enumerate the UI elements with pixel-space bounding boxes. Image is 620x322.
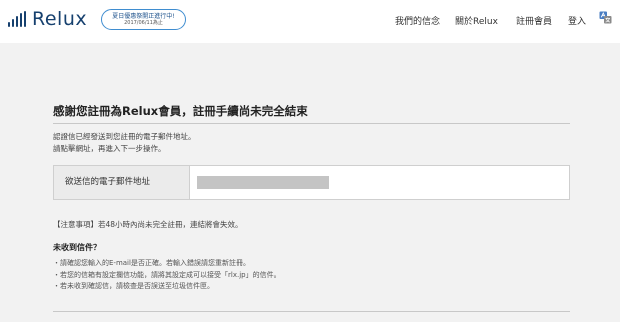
notice-text: 【注意事項】若48小時內尚未完全註冊，連結將會失效。	[53, 220, 243, 229]
description-line-1: 認證信已經發送到您註冊的電子郵件地址。	[53, 132, 196, 141]
not-received-heading: 未收到信件？	[53, 243, 101, 252]
email-value	[190, 166, 569, 199]
troubleshooting-list: ・請確認您輸入的E-mail是否正確。若輸入錯誤請您重新註冊。 ・若您的信箱有設…	[53, 258, 281, 293]
logo-bars-icon	[8, 11, 28, 27]
promo-title: 夏日優惠祭開正進行中!	[112, 13, 175, 20]
logo-text: Relux	[32, 8, 88, 30]
relux-logo[interactable]: Relux	[8, 7, 87, 31]
description-line-2: 請點擊網址，再進入下一步操作。	[53, 144, 166, 153]
site-header: Relux 夏日優惠祭開正進行中! 2017/06/11為止 我們的信念 關於R…	[0, 0, 620, 43]
nav-about-relux[interactable]: 關於Relux	[455, 14, 498, 27]
description: 認證信已經發送到您註冊的電子郵件地址。 請點擊網址，再進入下一步操作。	[53, 131, 570, 155]
list-item: ・請確認您輸入的E-mail是否正確。若輸入錯誤請您重新註冊。	[53, 259, 250, 267]
email-row: 欲送信的電子郵件地址	[53, 165, 570, 200]
list-item: ・若您的信箱有設定攔信功能，請將其設定成可以接受「rlx.jp」的信件。	[53, 270, 281, 279]
list-item: ・若未收到確認信，請檢查是否誤送至垃圾信件匣。	[53, 282, 214, 290]
promo-date: 2017/06/11為止	[124, 20, 163, 26]
email-label: 欲送信的電子郵件地址	[54, 166, 190, 199]
main-content: 感謝您註冊為Relux會員，註冊手續尚未完全結束 認證信已經發送到您註冊的電子郵…	[53, 105, 570, 290]
masked-email	[197, 176, 329, 189]
divider	[53, 311, 570, 312]
promo-badge[interactable]: 夏日優惠祭開正進行中! 2017/06/11為止	[101, 9, 186, 30]
page-title: 感謝您註冊為Relux會員，註冊手續尚未完全結束	[53, 105, 570, 124]
nav-login[interactable]: 登入	[568, 14, 586, 27]
translate-icon[interactable]	[599, 11, 612, 24]
nav-our-belief[interactable]: 我們的信念	[395, 14, 440, 27]
nav-register[interactable]: 註冊會員	[516, 14, 552, 27]
